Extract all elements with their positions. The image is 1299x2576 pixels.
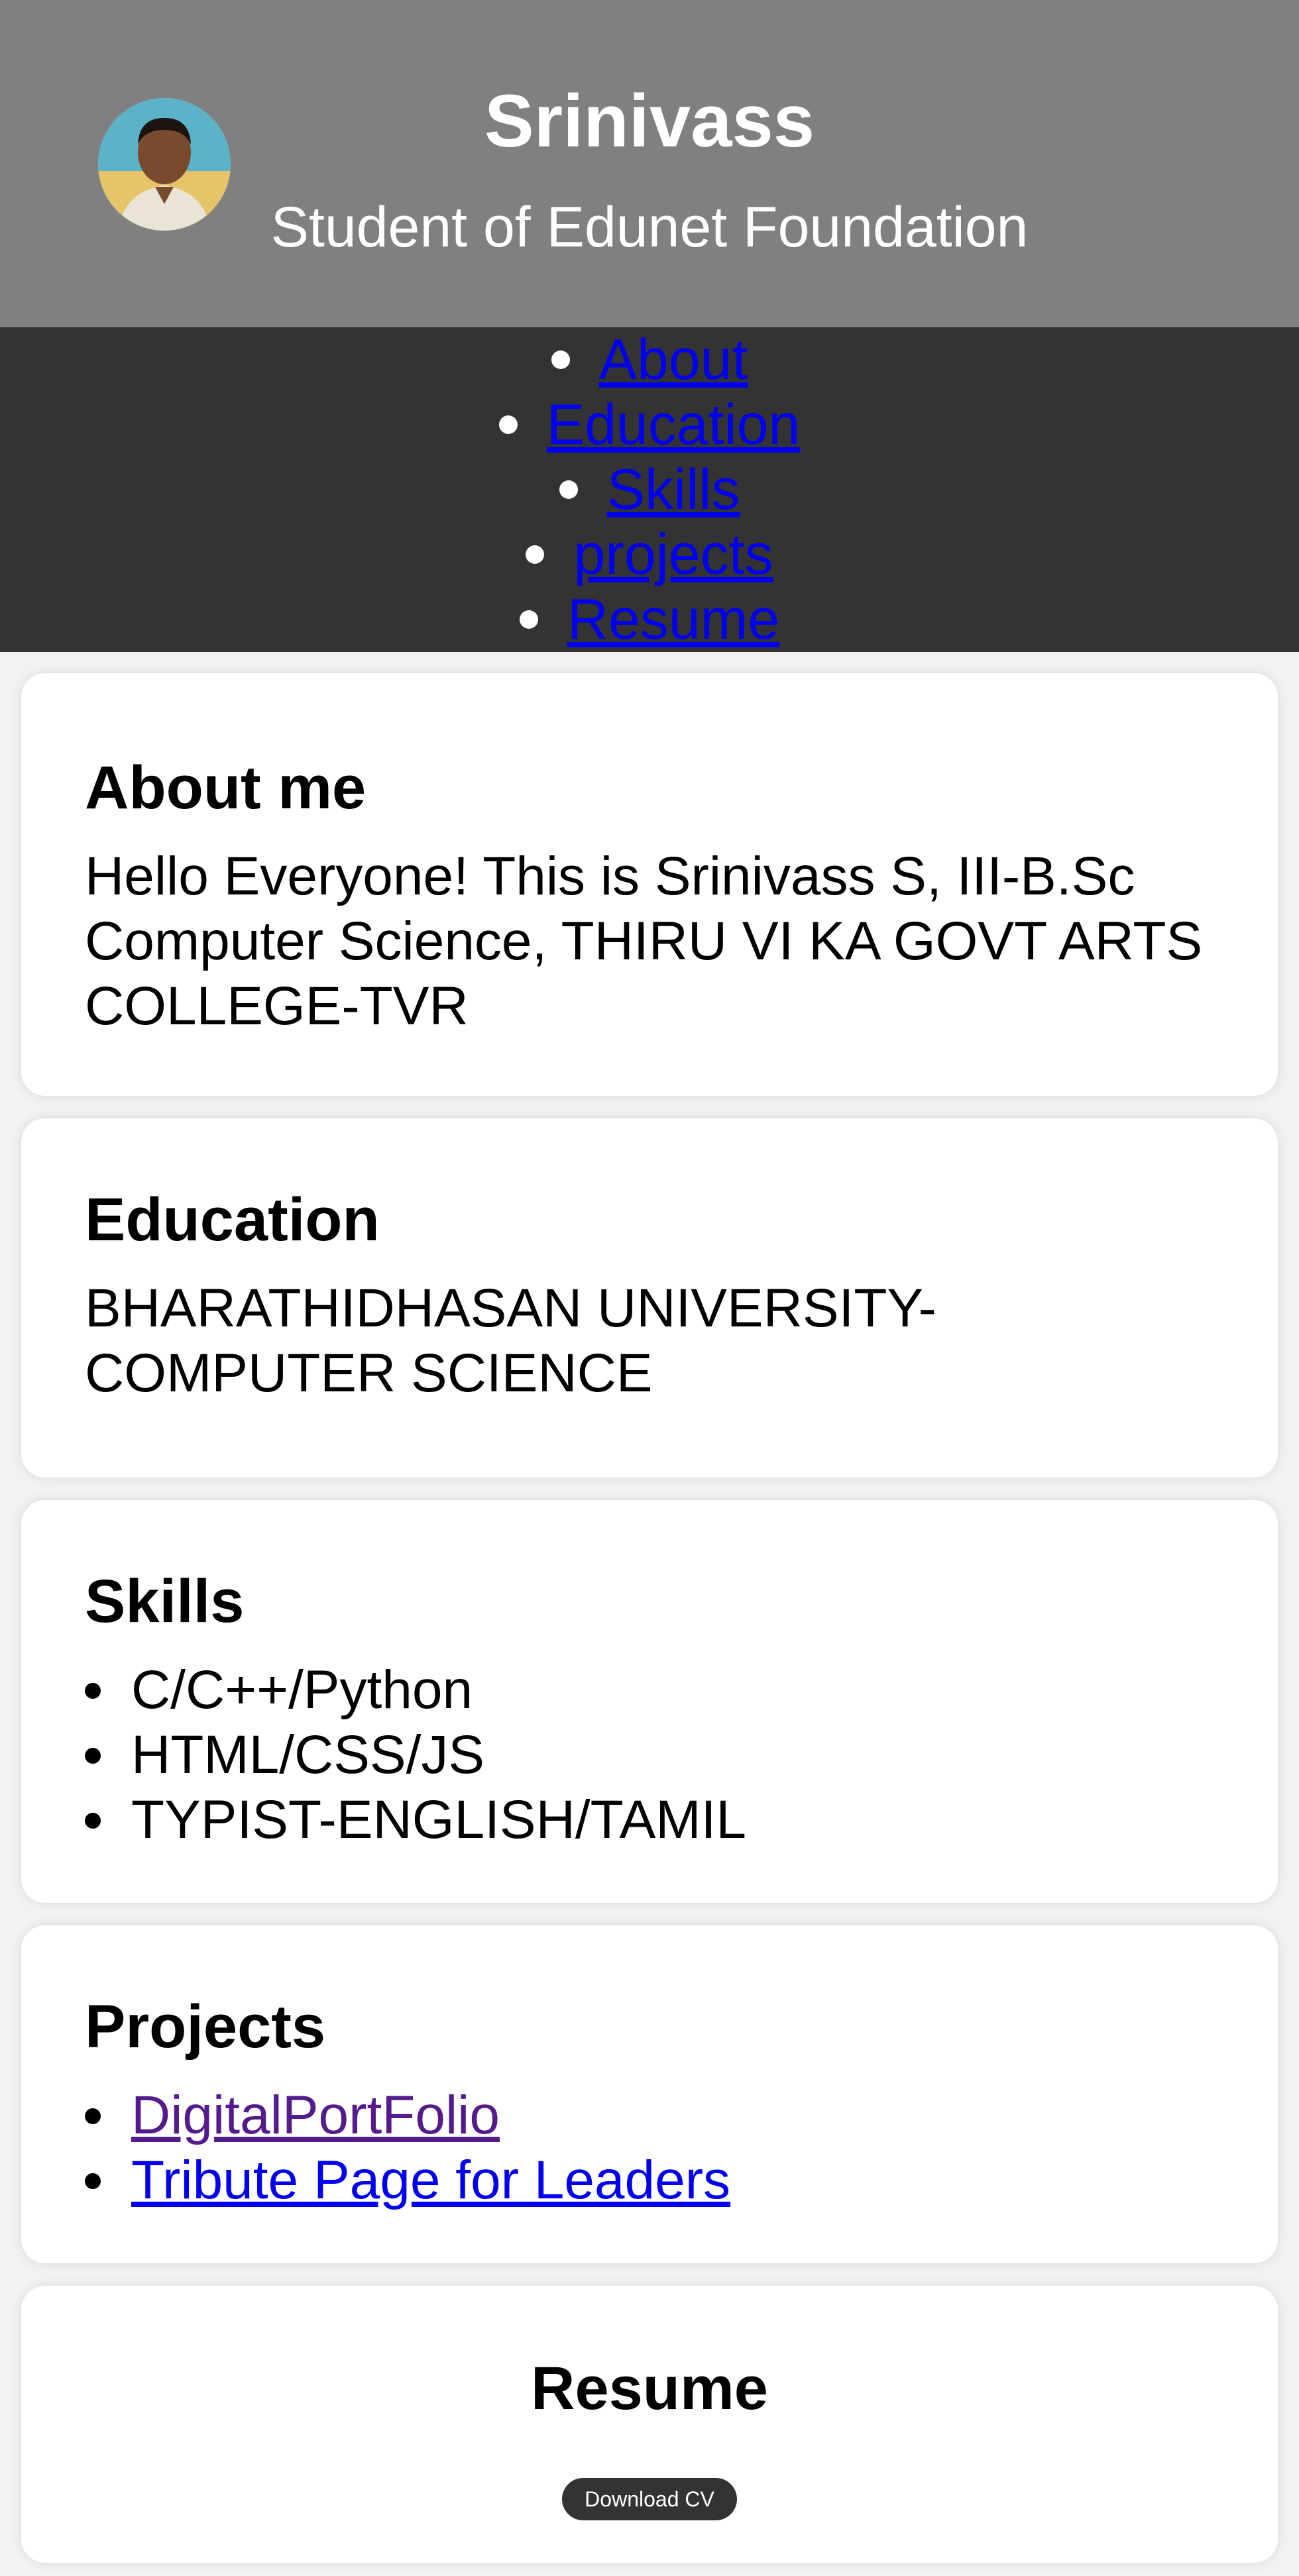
education-section: Education BHARATHIDHASAN UNIVERSITY-COMP… (21, 1118, 1278, 1477)
project-item: Tribute Page for Leaders (85, 2148, 1214, 2213)
resume-heading: Resume (531, 2355, 768, 2422)
project-link-tribute-page[interactable]: Tribute Page for Leaders (131, 2150, 730, 2210)
projects-list: DigitalPortFolio Tribute Page for Leader… (85, 2083, 1214, 2213)
nav-item-resume: Resume (499, 587, 801, 652)
nav-item-education: Education (499, 392, 801, 457)
main-nav: About Education Skills projects Resume (0, 327, 1299, 652)
skills-heading: Skills (85, 1568, 245, 1635)
resume-section: Resume Download CV (21, 2286, 1278, 2563)
nav-item-about: About (499, 327, 801, 392)
page-subtitle: Student of Edunet Foundation (270, 195, 1029, 259)
page-title: Srinivass (484, 80, 815, 162)
skill-item: TYPIST-ENGLISH/TAMIL (85, 1788, 1214, 1852)
nav-link-projects[interactable]: projects (573, 523, 773, 586)
education-heading: Education (85, 1186, 380, 1254)
nav-item-projects: projects (499, 522, 801, 587)
skills-section: Skills C/C++/Python HTML/CSS/JS TYPIST-E… (21, 1500, 1278, 1903)
skill-item: C/C++/Python (85, 1658, 1214, 1723)
skills-list: C/C++/Python HTML/CSS/JS TYPIST-ENGLISH/… (85, 1658, 1214, 1852)
nav-link-about[interactable]: About (599, 328, 748, 392)
nav-link-education[interactable]: Education (547, 393, 801, 456)
about-text: Hello Everyone! This is Srinivass S, III… (85, 846, 1203, 1036)
about-heading: About me (85, 754, 367, 822)
project-item: DigitalPortFolio (85, 2083, 1214, 2148)
projects-section: Projects DigitalPortFolio Tribute Page f… (21, 1925, 1278, 2263)
project-link-digitalportfolio[interactable]: DigitalPortFolio (131, 2085, 500, 2145)
nav-link-skills[interactable]: Skills (607, 458, 740, 521)
education-text: BHARATHIDHASAN UNIVERSITY-COMPUTER SCIEN… (85, 1278, 936, 1403)
download-cv-button[interactable]: Download CV (562, 2478, 737, 2520)
skill-item: HTML/CSS/JS (85, 1723, 1214, 1788)
nav-item-skills: Skills (499, 457, 801, 522)
projects-heading: Projects (85, 1993, 326, 2061)
about-section: About me Hello Everyone! This is Sriniva… (21, 673, 1278, 1096)
nav-link-resume[interactable]: Resume (567, 588, 779, 651)
site-header: Srinivass Student of Edunet Foundation (0, 0, 1299, 327)
